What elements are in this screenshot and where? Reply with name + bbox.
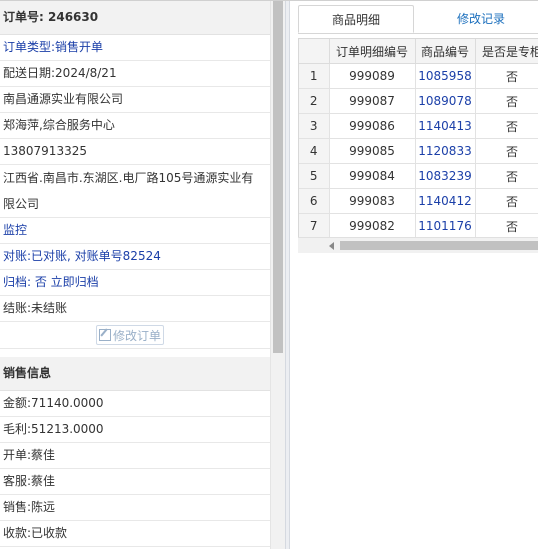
sales-info-row: 金额:71140.0000 [0, 391, 270, 417]
grid-scroll-thumb[interactable] [340, 241, 538, 250]
row-number-cell: 7 [299, 213, 330, 239]
row-number-cell: 2 [299, 88, 330, 114]
column-header-product-id[interactable]: 商品编号 [415, 39, 476, 64]
sales-info-row: 开单:蔡佳 [0, 443, 270, 469]
table-row[interactable]: 6 999083 1140412 否 [299, 188, 538, 214]
sales-info-row: 销售:陈远 [0, 495, 270, 521]
table-row[interactable]: 1 999089 1085958 否 [299, 63, 538, 89]
counter-flag-cell: 否 [475, 113, 538, 139]
counter-flag-cell: 否 [475, 188, 538, 214]
order-detail-row[interactable]: 对账:已对账, 对账单号82524 [0, 244, 270, 270]
table-row[interactable]: 2 999087 1089078 否 [299, 88, 538, 114]
counter-flag-cell: 否 [475, 63, 538, 89]
column-header-counter-flag[interactable]: 是否是专柜 [475, 39, 538, 64]
order-info-panel: 订单号: 246630 订单类型:销售开单 配送日期:2024/8/21 南昌通源实… [0, 1, 270, 549]
detail-id-cell: 999086 [329, 113, 416, 139]
detail-id-cell: 999089 [329, 63, 416, 89]
product-id-link[interactable]: 1140412 [415, 188, 476, 214]
edit-order-label: 修改订单 [112, 329, 161, 343]
grid-header-row: 订单明细编号 商品编号 是否是专柜 [299, 39, 538, 64]
table-row[interactable]: 7 999082 1101176 否 [299, 213, 538, 239]
order-detail-row: 江西省.南昌市.东湖区.电厂路105号通源实业有限公司 [0, 165, 270, 218]
product-id-link[interactable]: 1120833 [415, 138, 476, 164]
order-details-list: 订单类型:销售开单 配送日期:2024/8/21 南昌通源实业有限公司 郑海萍,综合服… [0, 35, 270, 322]
row-number-cell: 1 [299, 63, 330, 89]
table-row[interactable]: 5 999084 1083239 否 [299, 163, 538, 189]
detail-id-cell: 999082 [329, 213, 416, 239]
row-number-header [299, 39, 330, 64]
tab-bar: 商品明细 修改记录 [298, 1, 538, 34]
edit-order-row: 修改订单 [0, 322, 270, 349]
table-row[interactable]: 4 999085 1120833 否 [299, 138, 538, 164]
product-id-link[interactable]: 1089078 [415, 88, 476, 114]
product-id-link[interactable]: 1085958 [415, 63, 476, 89]
tab-product-details[interactable]: 商品明细 [298, 5, 414, 33]
left-scroll-thumb[interactable] [273, 1, 283, 353]
counter-flag-cell: 否 [475, 138, 538, 164]
product-id-link[interactable]: 1083239 [415, 163, 476, 189]
edit-icon [98, 329, 111, 341]
row-number-cell: 6 [299, 188, 330, 214]
order-detail-row[interactable]: 订单类型:销售开单 [0, 35, 270, 61]
grid-body: 1 999089 1085958 否 2 999087 1089078 否 3 999086 114… [299, 63, 538, 239]
row-number-cell: 3 [299, 113, 330, 139]
edit-order-button[interactable]: 修改订单 [96, 325, 164, 345]
column-header-detail-id[interactable]: 订单明细编号 [329, 39, 416, 64]
row-number-cell: 5 [299, 163, 330, 189]
counter-flag-cell: 否 [475, 163, 538, 189]
order-number-header: 订单号: 246630 [0, 1, 270, 35]
product-grid: 订单明细编号 商品编号 是否是专柜 1 999089 1085958 否 2 999087… [298, 38, 538, 239]
grid-horizontal-scrollbar[interactable] [298, 237, 538, 253]
scroll-left-arrow-icon[interactable] [329, 242, 334, 250]
sales-info-list: 金额:71140.0000 毛利:51213.0000 开单:蔡佳 客服:蔡佳 销售:陈… [0, 391, 270, 549]
sales-info-title: 销售信息 [3, 366, 52, 380]
order-detail-row[interactable]: 归档: 否 立即归档 [0, 270, 270, 296]
detail-panel: 商品明细 修改记录 订单明细编号 商品编号 是否是专柜 1 999089 10859… [290, 1, 538, 549]
detail-id-cell: 999083 [329, 188, 416, 214]
sales-info-row: 客服:蔡佳 [0, 469, 270, 495]
order-detail-row: 郑海萍,综合服务中心 [0, 113, 270, 139]
order-detail-row: 13807913325 [0, 139, 270, 165]
detail-id-cell: 999084 [329, 163, 416, 189]
counter-flag-cell: 否 [475, 213, 538, 239]
order-number-value: 246630 [48, 10, 99, 24]
table-row[interactable]: 3 999086 1140413 否 [299, 113, 538, 139]
order-detail-row: 配送日期:2024/8/21 [0, 61, 270, 87]
detail-id-cell: 999087 [329, 88, 416, 114]
tab-change-log[interactable]: 修改记录 [426, 5, 536, 33]
counter-flag-cell: 否 [475, 88, 538, 114]
sales-info-row: 收款:已收款 [0, 521, 270, 547]
order-number-label: 订单号: [3, 10, 44, 24]
order-detail-row: 南昌通源实业有限公司 [0, 87, 270, 113]
product-id-link[interactable]: 1140413 [415, 113, 476, 139]
left-panel-scrollbar[interactable] [270, 1, 285, 549]
row-number-cell: 4 [299, 138, 330, 164]
detail-id-cell: 999085 [329, 138, 416, 164]
sales-info-row: 毛利:51213.0000 [0, 417, 270, 443]
order-detail-row: 结账:未结账 [0, 296, 270, 322]
sales-info-header: 销售信息 [0, 357, 270, 391]
order-detail-row[interactable]: 监控 [0, 218, 270, 244]
product-id-link[interactable]: 1101176 [415, 213, 476, 239]
